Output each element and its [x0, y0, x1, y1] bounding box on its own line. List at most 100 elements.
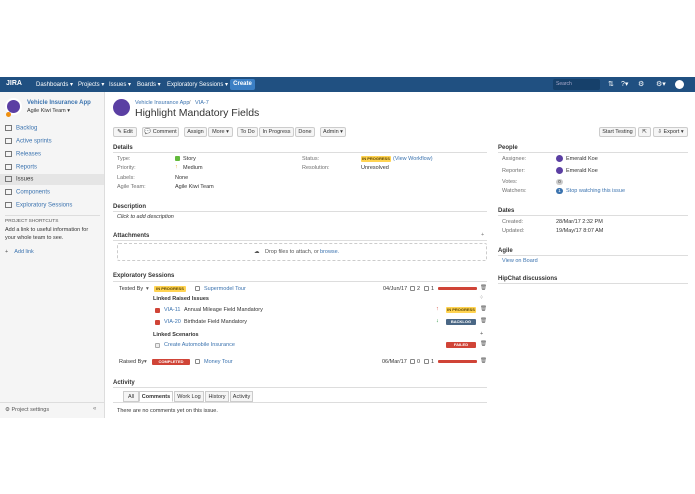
more-button[interactable]: More ▾: [208, 127, 233, 137]
issue-title[interactable]: Highlight Mandatory Fields: [135, 107, 259, 119]
sidebar-divider: [5, 215, 100, 216]
settings-menu-icon[interactable]: ⚙▾: [656, 80, 666, 88]
watchers-count[interactable]: 1: [556, 188, 563, 194]
sidebar-item-releases[interactable]: Releases: [5, 151, 41, 158]
session2-delete-icon[interactable]: 🗑: [480, 358, 487, 364]
jira-logo[interactable]: JIRA: [6, 80, 22, 87]
breadcrumb-separator: /: [189, 100, 191, 106]
people-divider: [498, 152, 688, 153]
view-workflow-link[interactable]: (View Workflow): [393, 156, 433, 162]
session1-link[interactable]: Supermodel Tour: [204, 286, 246, 292]
project-settings-link[interactable]: ⚙ Project settings: [5, 407, 49, 413]
breadcrumb-project[interactable]: Vehicle Insurance App: [135, 100, 189, 106]
breadcrumb-issue-key[interactable]: VIA-7: [195, 100, 209, 106]
share-button[interactable]: ⇱: [638, 127, 651, 137]
edit-button[interactable]: ✎ Edit: [113, 127, 137, 137]
search-input[interactable]: Search: [553, 79, 600, 90]
linked-issues-menu-icon[interactable]: ⁘: [479, 295, 484, 301]
linked-issue1-delete-icon[interactable]: 🗑: [480, 306, 487, 312]
sidebar-item-active-sprints[interactable]: Active sprints: [5, 138, 52, 145]
sidebar-project-name[interactable]: Vehicle Insurance App: [27, 100, 91, 106]
assignee-value[interactable]: Emerald Koe: [566, 156, 598, 162]
sidebar-item-label: Components: [16, 189, 51, 196]
session2-count-a: 0: [417, 359, 421, 365]
export-button[interactable]: ⇩ Export ▾: [653, 127, 688, 137]
tab-work-log[interactable]: Work Log: [174, 391, 204, 402]
stop-watching-link[interactable]: Stop watching this issue: [566, 188, 625, 194]
session1-count-b: 1: [431, 286, 435, 292]
type-label: Type:: [117, 156, 131, 162]
view-on-board-link[interactable]: View on Board: [502, 258, 538, 264]
in-progress-button[interactable]: In Progress: [259, 127, 294, 137]
sidebar-item-reports[interactable]: Reports: [5, 164, 37, 171]
scenario-link[interactable]: Create Automobile Insurance: [164, 342, 235, 348]
resolution-value: Unresolved: [361, 165, 389, 171]
linked-issue2-key[interactable]: VIA-20: [164, 319, 181, 325]
collapse-sidebar-icon[interactable]: «: [93, 406, 96, 412]
session1-progress-bar: [438, 287, 477, 290]
linked-issue1-status: IN PROGRESS: [446, 307, 476, 313]
tab-history[interactable]: History: [205, 391, 229, 402]
session2-status-lozenge: COMPLETED: [152, 359, 190, 365]
details-divider: [113, 152, 487, 153]
tab-activity[interactable]: Activity: [230, 391, 253, 402]
agile-heading: Agile: [498, 248, 513, 254]
exploratory-sessions-heading: Exploratory Sessions: [113, 273, 175, 279]
assignee-avatar: [556, 155, 563, 162]
sidebar-item-backlog[interactable]: Backlog: [5, 125, 37, 132]
tab-comments[interactable]: Comments: [139, 391, 173, 402]
description-placeholder[interactable]: Click to add description: [117, 214, 174, 220]
raised-by-dropdown-icon[interactable]: ▾: [144, 359, 147, 365]
project-badge-icon: [6, 112, 11, 117]
scenario-delete-icon[interactable]: 🗑: [480, 341, 487, 347]
project-shortcuts-title: PROJECT SHORTCUTS: [5, 219, 59, 224]
session2-issues-icon: [410, 359, 415, 364]
session2-checkbox-icon: [195, 359, 200, 364]
add-scenario-icon[interactable]: +: [480, 331, 483, 337]
priority-medium-icon: ↑: [175, 164, 178, 170]
attachments-options-icon[interactable]: +: [481, 232, 484, 238]
admin-button[interactable]: Admin ▾: [320, 127, 346, 137]
tested-by-dropdown-icon[interactable]: ▾: [146, 286, 149, 292]
cloud-upload-icon: ☁: [254, 249, 260, 255]
nav-dashboards[interactable]: Dashboards ▾: [36, 81, 73, 88]
session2-link[interactable]: Money Tour: [204, 359, 233, 365]
browse-link[interactable]: browse.: [320, 249, 339, 255]
sidebar-item-issues[interactable]: Issues: [5, 176, 33, 183]
sprints-icon: [5, 138, 12, 144]
comment-button[interactable]: 💬 Comment: [142, 127, 179, 137]
votes-count[interactable]: 0: [556, 179, 563, 185]
nav-issues[interactable]: Issues ▾: [109, 81, 131, 88]
sidebar-team-selector[interactable]: Agile Kiwi Team ▾: [27, 108, 70, 114]
sidebar-item-exploratory-sessions[interactable]: Exploratory Sessions: [5, 202, 72, 209]
issue-project-avatar: [113, 99, 130, 116]
tested-by-label: Tested By: [119, 286, 144, 292]
details-heading: Details: [113, 145, 133, 151]
gear-icon[interactable]: ⚙: [638, 80, 644, 88]
help-icon[interactable]: ?▾: [621, 80, 628, 88]
assign-button[interactable]: Assign: [184, 127, 207, 137]
attachments-divider: [113, 240, 487, 241]
create-button[interactable]: Create: [230, 79, 255, 90]
type-value: Story: [183, 156, 196, 162]
done-button[interactable]: Done: [295, 127, 315, 137]
linked-issue2-delete-icon[interactable]: 🗑: [480, 318, 487, 324]
linked-issue1-key[interactable]: VIA-11: [164, 307, 180, 313]
nav-projects[interactable]: Projects ▾: [78, 81, 104, 88]
todo-button[interactable]: To Do: [237, 127, 258, 137]
user-avatar[interactable]: [675, 80, 684, 89]
activity-heading: Activity: [113, 380, 135, 386]
bug-icon: [155, 308, 160, 313]
sidebar-item-components[interactable]: Components: [5, 189, 50, 196]
session1-delete-icon[interactable]: 🗑: [480, 285, 487, 291]
nav-exploratory-sessions[interactable]: Exploratory Sessions ▾: [167, 81, 228, 88]
start-testing-button[interactable]: Start Testing: [599, 127, 636, 137]
add-link-button[interactable]: + Add link: [5, 249, 34, 255]
top-navigation-bar: JIRA Dashboards ▾ Projects ▾ Issues ▾ Bo…: [0, 77, 695, 92]
notifications-icon[interactable]: ⇅: [608, 80, 614, 88]
reports-icon: [5, 164, 12, 170]
nav-boards[interactable]: Boards ▾: [137, 81, 161, 88]
tab-all[interactable]: All: [123, 391, 139, 402]
session2-progress-bar: [438, 360, 477, 363]
reporter-value[interactable]: Emerald Koe: [566, 168, 598, 174]
